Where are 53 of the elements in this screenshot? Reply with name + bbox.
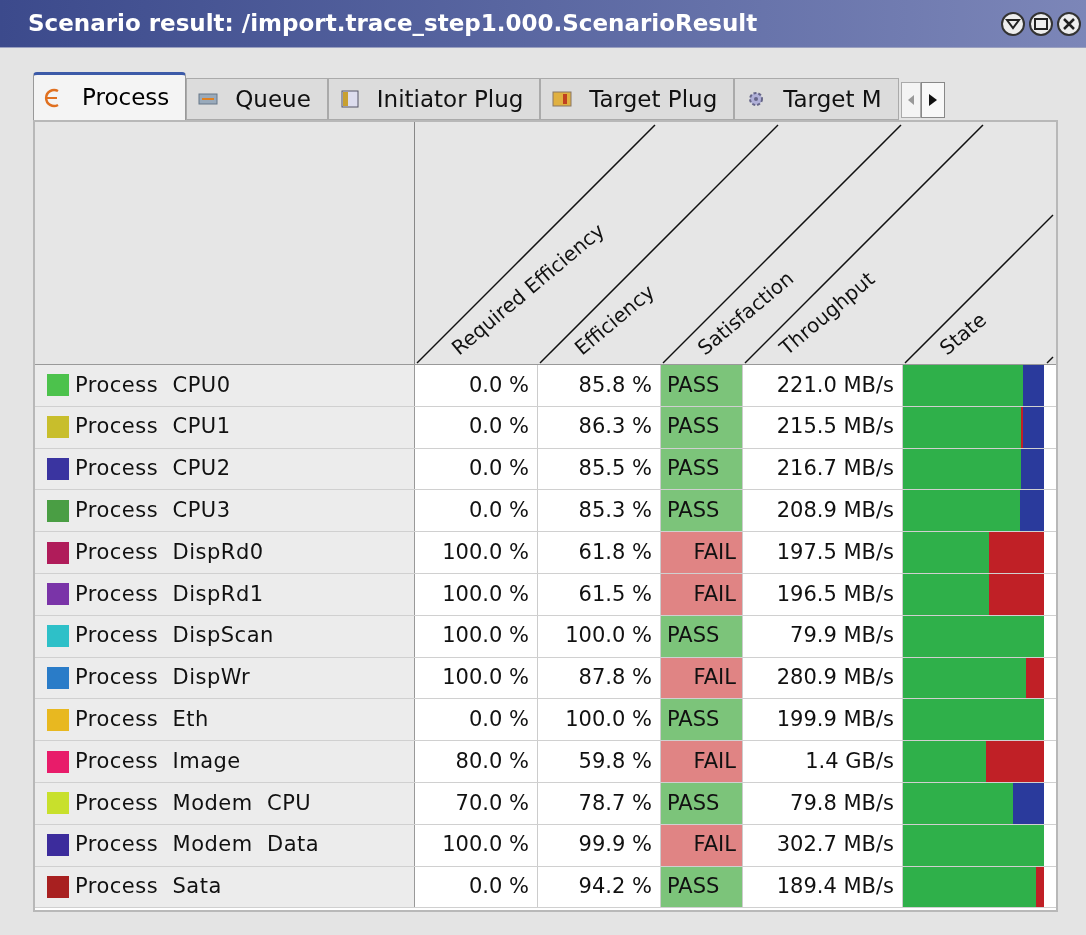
table-cell: FAIL (661, 574, 743, 615)
table-cell: FAIL (661, 824, 743, 866)
table-cell: 100.0 % (415, 574, 538, 615)
left-arrow-icon (907, 95, 914, 105)
maximize-icon[interactable] (1028, 10, 1054, 37)
tab[interactable]: Target M (734, 78, 899, 120)
row-label: Process CPU2 (75, 455, 231, 483)
table-cell: PASS (661, 866, 743, 908)
table-cell: 100.0 % (415, 615, 538, 657)
table-cell: 0.0 % (415, 699, 538, 741)
table-cell: 0.0 % (415, 490, 538, 532)
table-cell: PASS (661, 406, 743, 448)
close-icon[interactable] (1056, 10, 1082, 37)
table-cell: 80.0 % (415, 741, 538, 782)
row-label: Process DispRd1 (75, 580, 264, 608)
plug-icon (551, 88, 574, 110)
table-cell: PASS (661, 490, 743, 532)
table-cell: PASS (661, 365, 743, 406)
table-cell: FAIL (661, 741, 743, 782)
table-cell: PASS (661, 699, 743, 741)
table-cell: 100.0 % (415, 824, 538, 866)
row-label: Process Eth (75, 706, 209, 733)
table-cell: 100.0 % (415, 532, 538, 573)
table-cell: FAIL (661, 532, 743, 573)
table-cell: 0.0 % (415, 448, 538, 490)
scroll-right-button[interactable] (920, 82, 945, 118)
tab[interactable]: Queue (186, 78, 328, 120)
table-cell: 0.0 % (415, 866, 538, 908)
row-label: Process Image (75, 747, 241, 775)
minimize-icon[interactable] (1000, 10, 1026, 37)
row-label: Process DispRd0 (75, 538, 264, 566)
table-cell: PASS (661, 448, 743, 490)
table-cell: 100.0 % (415, 657, 538, 699)
table-cell: PASS (661, 615, 743, 657)
tab[interactable]: Initiator Plug (327, 78, 541, 120)
window-title: Scenario result: /import.trace_step1.000.ScenarioResult (27, 9, 758, 39)
table-cell: PASS (661, 782, 743, 824)
row-label: Process CPU3 (75, 497, 231, 525)
row-label: Process Modem Data (75, 831, 320, 859)
tab[interactable]: Process (33, 72, 187, 120)
table-cell: 0.0 % (415, 406, 538, 448)
table-cell: FAIL (661, 657, 743, 699)
row-label: Process CPU0 (75, 371, 231, 399)
table-cell: 70.0 % (415, 782, 538, 824)
table-cell: 0.0 % (415, 365, 538, 406)
plug-icon (338, 88, 361, 110)
row-label: Process DispWr (75, 664, 251, 692)
row-label: Process Sata (75, 873, 222, 901)
tab[interactable]: Target Plug (540, 78, 735, 120)
row-label: Process Modem CPU (75, 789, 312, 817)
row-label: Process DispScan (75, 622, 274, 650)
right-arrow-icon (928, 94, 937, 106)
row-label: Process CPU1 (75, 413, 231, 441)
